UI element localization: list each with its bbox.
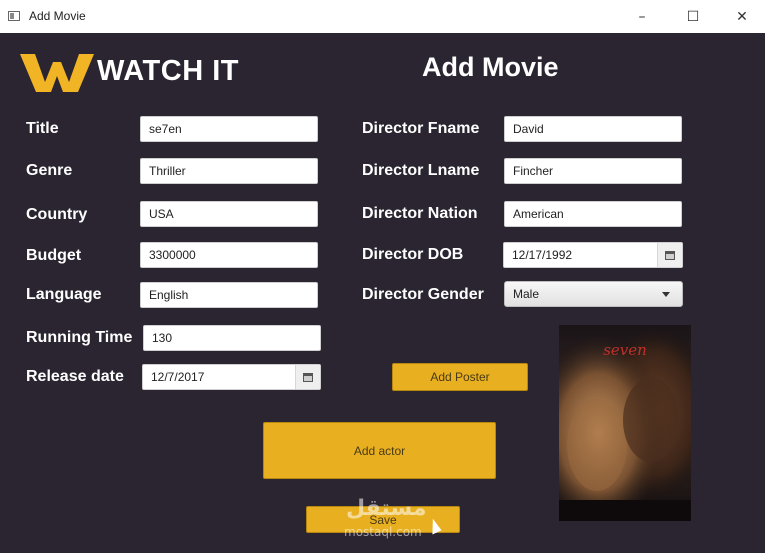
maximize-button[interactable]: ☐	[670, 0, 716, 33]
window-titlebar: Add Movie – ☐ ✕	[0, 0, 782, 34]
minimize-button[interactable]: –	[619, 0, 665, 33]
title-input[interactable]: se7en	[140, 116, 318, 142]
close-button[interactable]: ✕	[719, 0, 765, 33]
release-date-value[interactable]: 12/7/2017	[143, 365, 295, 389]
release-date-label: Release date	[26, 368, 124, 385]
budget-label: Budget	[26, 247, 82, 264]
running-time-label: Running Time	[26, 329, 133, 346]
poster-title: seven	[603, 341, 647, 359]
add-poster-button[interactable]: Add Poster	[392, 363, 528, 391]
director-gender-label: Director Gender	[362, 286, 484, 303]
director-gender-value[interactable]: Male	[505, 287, 662, 301]
director-lname-label: Director Lname	[362, 162, 480, 179]
director-nation-label: Director Nation	[362, 205, 478, 222]
director-fname-label: Director Fname	[362, 120, 480, 137]
calendar-icon	[665, 250, 675, 260]
director-dob-calendar-button[interactable]	[657, 243, 682, 267]
genre-label: Genre	[26, 162, 73, 179]
running-time-input[interactable]: 130	[143, 325, 321, 351]
watermark-arabic: مستقل	[346, 496, 427, 521]
app-icon	[8, 11, 20, 21]
language-input[interactable]: English	[140, 282, 318, 308]
language-label: Language	[26, 286, 102, 303]
chevron-down-icon[interactable]	[662, 291, 670, 297]
director-lname-input[interactable]: Fincher	[504, 158, 682, 184]
director-fname-input[interactable]: David	[504, 116, 682, 142]
brand-name: WATCH IT	[97, 55, 239, 87]
director-dob-label: Director DOB	[362, 246, 464, 263]
director-nation-input[interactable]: American	[504, 201, 682, 227]
director-gender-select[interactable]: Male	[504, 281, 683, 307]
release-date-calendar-button[interactable]	[295, 365, 320, 389]
add-actor-button[interactable]: Add actor	[263, 422, 496, 479]
director-dob-value[interactable]: 12/17/1992	[504, 243, 657, 267]
genre-input[interactable]: Thriller	[140, 158, 318, 184]
release-date-picker[interactable]: 12/7/2017	[142, 364, 321, 390]
movie-poster: seven	[559, 325, 691, 521]
window-edge	[765, 33, 782, 553]
calendar-icon	[303, 372, 313, 382]
window-title: Add Movie	[29, 9, 86, 23]
page-title: Add Movie	[422, 52, 559, 82]
watch-it-logo-icon	[20, 54, 94, 92]
country-input[interactable]: USA	[140, 201, 318, 227]
country-label: Country	[26, 206, 88, 223]
watermark-latin: mostaql.com	[344, 525, 422, 539]
budget-input[interactable]: 3300000	[140, 242, 318, 268]
director-dob-picker[interactable]: 12/17/1992	[503, 242, 683, 268]
title-label: Title	[26, 120, 59, 137]
